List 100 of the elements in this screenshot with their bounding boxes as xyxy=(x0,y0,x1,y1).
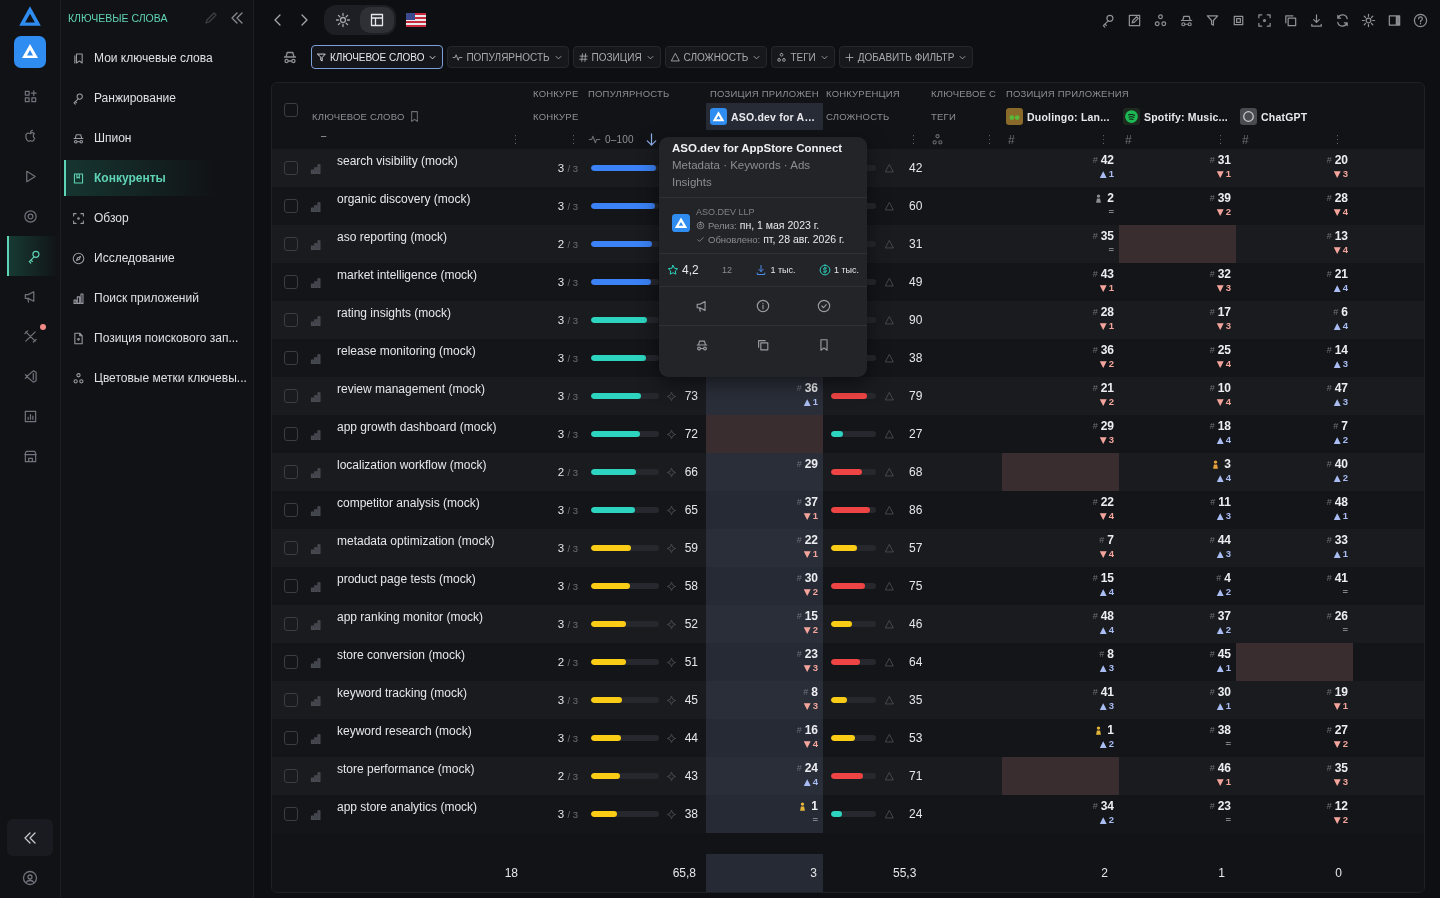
rank-change: ▲ 2 xyxy=(1216,624,1231,635)
keyword-text[interactable]: localization workflow (mock) xyxy=(337,458,487,472)
keyword-text[interactable]: metadata optimization (mock) xyxy=(337,534,495,548)
difficulty-value: 57 xyxy=(909,541,923,555)
competitor-count: 3 / 3 xyxy=(557,314,578,326)
popularity-value: 58 xyxy=(684,579,698,593)
rank-change: = xyxy=(1225,814,1231,825)
rank-hash: # xyxy=(1333,307,1339,317)
keyword-text[interactable]: product page tests (mock) xyxy=(337,572,476,586)
rank-hash: # xyxy=(1326,725,1332,735)
rank-hash: # xyxy=(1333,421,1339,431)
rank-hash: # xyxy=(1209,611,1215,621)
column-filter: – xyxy=(321,130,327,141)
filter-chip[interactable]: СЛОЖНОСТЬ xyxy=(664,46,768,68)
rank-change: ▲ 3 xyxy=(1333,396,1348,407)
rank-hash: # xyxy=(1326,231,1332,241)
sidebar-item[interactable]: Шпион xyxy=(64,120,253,156)
keyword-text[interactable]: app ranking monitor (mock) xyxy=(337,610,484,624)
rank-value: 19 xyxy=(1334,685,1348,699)
rank-change: ▲ 2 xyxy=(1099,814,1114,825)
total-value: 1 xyxy=(1218,866,1225,880)
rank-value: 41 xyxy=(1334,571,1348,585)
rank-change: ▼ 3 xyxy=(1216,320,1231,331)
rank-hash: # xyxy=(1099,649,1105,659)
rank-hash: # xyxy=(796,725,802,735)
filter-chip[interactable]: ПОПУЛЯРНОСТЬ xyxy=(447,46,569,68)
rank-change: ▼ 1 xyxy=(803,510,818,521)
rank-hash: # xyxy=(796,497,802,507)
difficulty-value: 53 xyxy=(909,731,923,745)
filter-chip[interactable]: ДОБАВИТЬ ФИЛЬТР xyxy=(838,46,974,68)
keyword-text[interactable]: app growth dashboard (mock) xyxy=(337,420,497,434)
rank-change: ▲ 1 xyxy=(1099,168,1114,179)
rank-hash: # xyxy=(1326,459,1332,469)
sidebar-item[interactable]: Позиция поискового зап... xyxy=(64,320,253,356)
rank-change: ▼ 4 xyxy=(1099,510,1114,521)
difficulty-value: 24 xyxy=(909,807,923,821)
keyword-text[interactable]: competitor analysis (mock) xyxy=(337,496,480,510)
app-name[interactable]: Spotify: Music... xyxy=(1144,110,1228,123)
rank-value: 29 xyxy=(804,457,818,471)
rank-value: 34 xyxy=(1100,799,1114,813)
rank-hash: # xyxy=(1326,269,1332,279)
rank-change: ▲ 3 xyxy=(1333,358,1348,369)
popularity-value: 65 xyxy=(684,503,698,517)
rank-value: 36 xyxy=(1100,343,1114,357)
rank-value: 21 xyxy=(1334,267,1348,281)
keyword-text[interactable]: app store analytics (mock) xyxy=(337,800,478,814)
sidebar-item[interactable]: Мои ключевые слова xyxy=(64,40,253,76)
rank-value: 35 xyxy=(1100,229,1114,243)
rank-change: = xyxy=(1342,586,1348,597)
rank-change: ▼ 1 xyxy=(1216,168,1231,179)
filter-chip[interactable]: ТЕГИ xyxy=(771,46,835,68)
rank-change: ▲ 1 xyxy=(803,396,818,407)
rank-hash: # xyxy=(1092,269,1098,279)
keyword-text[interactable]: keyword research (mock) xyxy=(337,724,472,738)
rank-hash: # xyxy=(1209,345,1215,355)
keyword-text[interactable]: review management (mock) xyxy=(337,382,486,396)
rank-value: 15 xyxy=(804,609,818,623)
keyword-text[interactable]: organic discovery (mock) xyxy=(337,192,471,206)
rank-change: ▲ 3 xyxy=(1216,510,1231,521)
total-keywords: 18 xyxy=(504,866,518,880)
rank-hash: # xyxy=(796,573,802,583)
rank-value: 22 xyxy=(804,533,818,547)
difficulty-value: 38 xyxy=(909,351,923,365)
sidebar-item[interactable]: Обзор xyxy=(64,200,253,236)
keyword-text[interactable]: aso reporting (mock) xyxy=(337,230,448,244)
sidebar-item[interactable]: Поиск приложений xyxy=(64,280,253,316)
filter-chip[interactable]: КЛЮЧЕВОЕ СЛОВО xyxy=(311,45,444,69)
rank-value: 41 xyxy=(1100,685,1114,699)
keyword-text[interactable]: keyword tracking (mock) xyxy=(337,686,468,700)
rank-column-label: # xyxy=(1125,132,1132,147)
keyword-text[interactable]: store conversion (mock) xyxy=(337,648,466,662)
rank-change: ▲ 1 xyxy=(1333,548,1348,559)
keyword-text[interactable]: store performance (mock) xyxy=(337,762,475,776)
rank-value: 8 xyxy=(811,685,818,699)
updated-label: Обновлено: xyxy=(708,233,761,245)
column-title: ПОЗИЦИЯ ПРИЛОЖЕНИЯ xyxy=(1006,87,1129,99)
rank-hash: # xyxy=(1326,383,1332,393)
app-name[interactable]: Duolingo: Lan... xyxy=(1027,110,1110,123)
competitor-count: 2 / 3 xyxy=(557,238,578,250)
rank-value: 47 xyxy=(1334,381,1348,395)
keyword-text[interactable]: release monitoring (mock) xyxy=(337,344,476,358)
column-title: КЛЮЧЕВОЕ С xyxy=(931,87,996,99)
filter-chip[interactable]: ПОЗИЦИЯ xyxy=(572,46,661,68)
keyword-text[interactable]: market intelligence (mock) xyxy=(337,268,478,282)
keyword-text[interactable]: search visibility (mock) xyxy=(337,154,458,168)
keyword-text[interactable]: rating insights (mock) xyxy=(337,306,452,320)
difficulty-value: 49 xyxy=(909,275,923,289)
popularity-value: 66 xyxy=(684,465,698,479)
rank-value: 25 xyxy=(1217,343,1231,357)
rank-column-label: # xyxy=(1242,132,1249,147)
rank-change: = xyxy=(1108,206,1114,217)
rank-hash: # xyxy=(796,611,802,621)
sidebar-item[interactable]: Цветовые метки ключевы... xyxy=(64,360,253,396)
app-name[interactable]: ChatGPT xyxy=(1261,110,1308,123)
competitor-count: 3 / 3 xyxy=(557,580,578,592)
rank-change: ▼ 2 xyxy=(803,586,818,597)
rank-change: ▼ 3 xyxy=(803,700,818,711)
sidebar-item[interactable]: Ранжирование xyxy=(64,80,253,116)
sidebar-item[interactable]: Исследование xyxy=(64,240,253,276)
rank-value: 10 xyxy=(1217,381,1231,395)
